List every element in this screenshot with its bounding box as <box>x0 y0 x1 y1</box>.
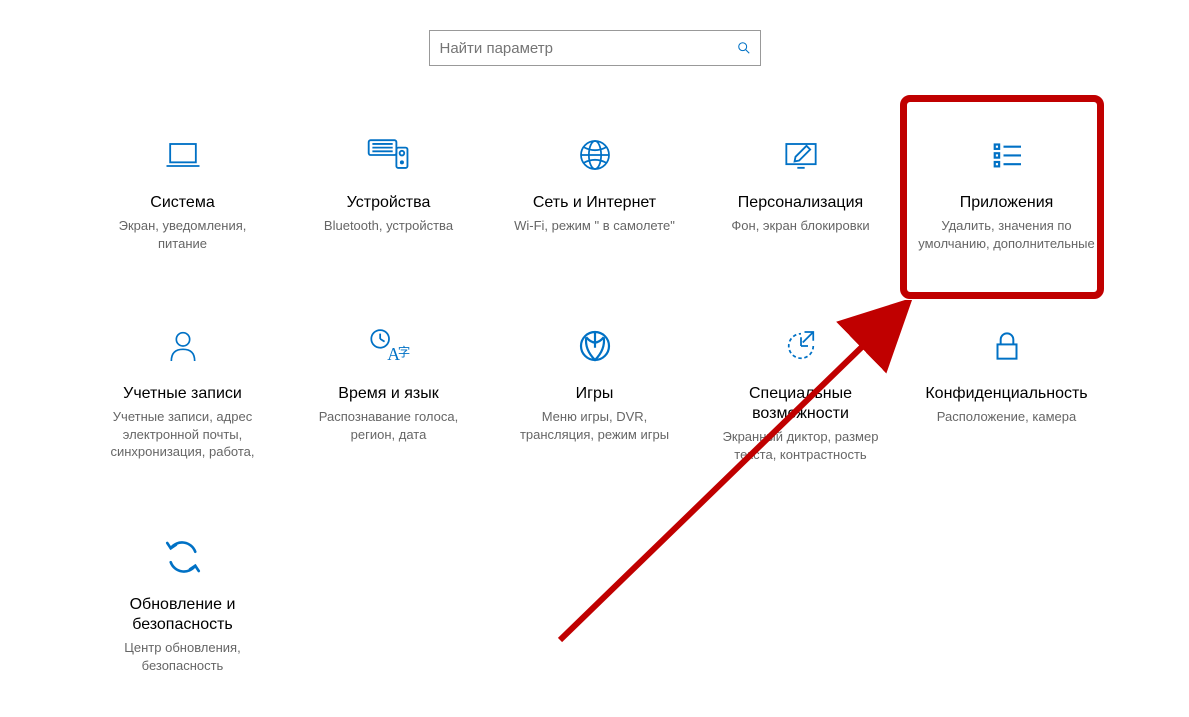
search-bar[interactable] <box>429 30 761 66</box>
settings-grid: Система Экран, уведомления, питание Устр… <box>85 126 1105 679</box>
devices-icon <box>365 131 413 179</box>
search-bar-container <box>0 0 1189 66</box>
tile-gaming[interactable]: Игры Меню игры, DVR, трансляция, режим и… <box>497 317 693 468</box>
tile-title: Конфиденциальность <box>925 384 1087 404</box>
tile-desc: Учетные записи, адрес электронной почты,… <box>93 408 273 461</box>
tile-desc: Wi-Fi, режим " в самолете" <box>514 217 675 235</box>
svg-text:字: 字 <box>397 345 409 360</box>
tile-desc: Распознавание голоса, регион, дата <box>299 408 479 443</box>
tile-title: Устройства <box>347 193 431 213</box>
tile-devices[interactable]: Устройства Bluetooth, устройства <box>291 126 487 257</box>
update-icon <box>162 533 204 581</box>
tile-privacy[interactable]: Конфиденциальность Расположение, камера <box>909 317 1105 468</box>
tile-title: Система <box>150 193 214 213</box>
tile-title: Персонализация <box>738 193 863 213</box>
apps-icon <box>986 131 1028 179</box>
tile-title: Обновление и безопасность <box>91 595 275 635</box>
tile-network[interactable]: Сеть и Интернет Wi-Fi, режим " в самолет… <box>497 126 693 257</box>
tile-personalization[interactable]: Персонализация Фон, экран блокировки <box>703 126 899 257</box>
time-language-icon: A 字 <box>366 322 412 370</box>
person-icon <box>163 322 203 370</box>
tile-desc: Центр обновления, безопасность <box>93 639 273 674</box>
tile-update-security[interactable]: Обновление и безопасность Центр обновлен… <box>85 528 281 679</box>
tile-desc: Экран, уведомления, питание <box>93 217 273 252</box>
tile-title: Игры <box>576 384 614 404</box>
ease-of-access-icon <box>780 322 822 370</box>
tile-desc: Удалить, значения по умолчанию, дополнит… <box>917 217 1097 252</box>
tile-title: Специальные возможности <box>709 384 893 424</box>
laptop-icon <box>161 131 205 179</box>
tile-accounts[interactable]: Учетные записи Учетные записи, адрес эле… <box>85 317 281 468</box>
tile-desc: Расположение, камера <box>937 408 1076 426</box>
tile-title: Приложения <box>960 193 1054 213</box>
lock-icon <box>988 322 1026 370</box>
tile-system[interactable]: Система Экран, уведомления, питание <box>85 126 281 257</box>
globe-icon <box>574 131 616 179</box>
tile-title: Время и язык <box>338 384 438 404</box>
tile-desc: Фон, экран блокировки <box>731 217 869 235</box>
tile-ease-of-access[interactable]: Специальные возможности Экранный диктор,… <box>703 317 899 468</box>
tile-title: Сеть и Интернет <box>533 193 656 213</box>
tile-desc: Меню игры, DVR, трансляция, режим игры <box>505 408 685 443</box>
gaming-icon <box>574 322 616 370</box>
personalization-icon <box>779 131 823 179</box>
tile-time-language[interactable]: A 字 Время и язык Распознавание голоса, р… <box>291 317 487 468</box>
tile-desc: Bluetooth, устройства <box>324 217 453 235</box>
search-input[interactable] <box>430 40 728 57</box>
tile-title: Учетные записи <box>123 384 242 404</box>
tile-apps[interactable]: Приложения Удалить, значения по умолчани… <box>909 126 1105 257</box>
search-icon <box>728 31 760 65</box>
tile-desc: Экранный диктор, размер текста, контраст… <box>711 428 891 463</box>
